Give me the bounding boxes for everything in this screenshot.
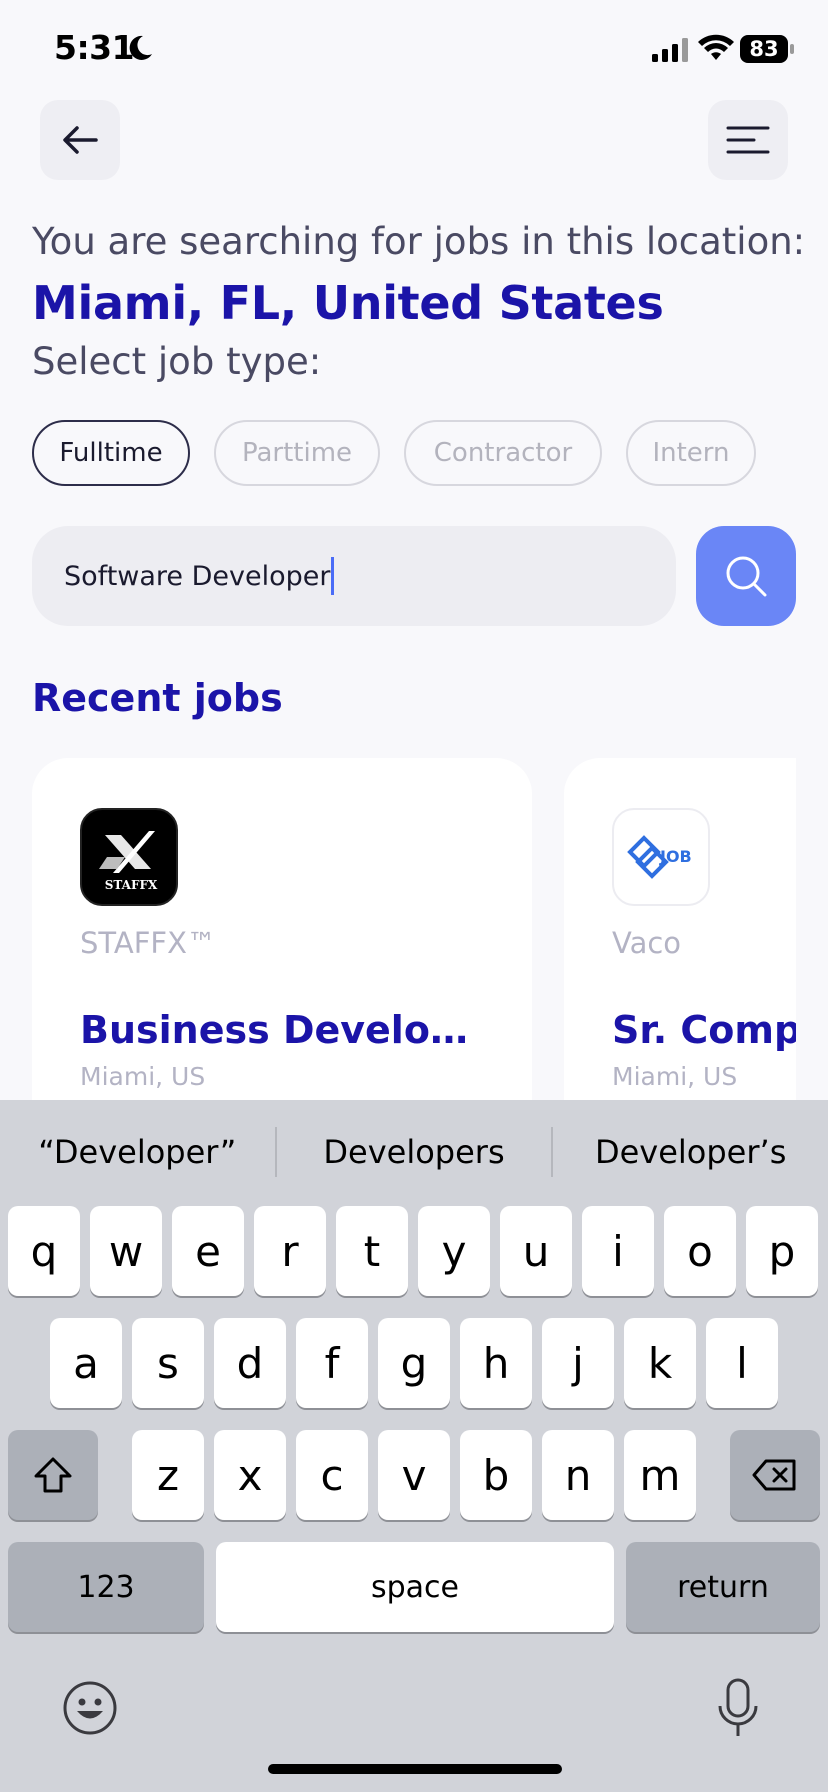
shift-icon [34,1457,72,1493]
key-t[interactable]: t [336,1206,408,1296]
key-u[interactable]: u [500,1206,572,1296]
key-l[interactable]: l [706,1318,778,1408]
key-k[interactable]: k [624,1318,696,1408]
microphone-icon[interactable] [716,1678,760,1740]
backspace-icon [752,1459,796,1491]
ios-keyboard: “Developer” Developers Developer’s q w e… [0,1100,828,1792]
key-q[interactable]: q [8,1206,80,1296]
key-j[interactable]: j [542,1318,614,1408]
key-m[interactable]: m [624,1430,696,1520]
numbers-key[interactable]: 123 [8,1542,204,1632]
return-key[interactable]: return [626,1542,820,1632]
suggestion-item[interactable]: Developers [277,1133,552,1171]
job-title: Business Developm... [80,1008,490,1052]
emoji-icon[interactable] [62,1680,118,1736]
key-v[interactable]: v [378,1430,450,1520]
job-title: Sr. Compli [612,1008,796,1052]
job-card[interactable]: STAFFX STAFFX™ Business Developm... Miam… [32,758,532,1100]
key-o[interactable]: o [664,1206,736,1296]
home-indicator [268,1764,562,1774]
key-b[interactable]: b [460,1430,532,1520]
recent-jobs-carousel: STAFFX STAFFX™ Business Developm... Miam… [0,0,796,1100]
key-r[interactable]: r [254,1206,326,1296]
key-s[interactable]: s [132,1318,204,1408]
job-location: Miami, US [612,1062,738,1091]
key-i[interactable]: i [582,1206,654,1296]
key-d[interactable]: d [214,1318,286,1408]
key-n[interactable]: n [542,1430,614,1520]
key-e[interactable]: e [172,1206,244,1296]
shift-key[interactable] [8,1430,98,1520]
key-p[interactable]: p [746,1206,818,1296]
job-company: Vaco [612,926,682,960]
key-c[interactable]: c [296,1430,368,1520]
job-card[interactable]: JOB Vaco Sr. Compli Miami, US [564,758,796,1100]
key-x[interactable]: x [214,1430,286,1520]
key-y[interactable]: y [418,1206,490,1296]
job-company: STAFFX™ [80,926,216,960]
suggestion-item[interactable]: Developer’s [553,1133,828,1171]
vaco-job-logo: JOB [612,808,710,906]
job-location: Miami, US [80,1062,206,1091]
key-g[interactable]: g [378,1318,450,1408]
svg-text:JOB: JOB [659,847,692,866]
autocorrect-suggestions: “Developer” Developers Developer’s [0,1100,828,1204]
key-z[interactable]: z [132,1430,204,1520]
suggestion-item[interactable]: “Developer” [0,1133,275,1171]
key-h[interactable]: h [460,1318,532,1408]
key-w[interactable]: w [90,1206,162,1296]
delete-key[interactable] [730,1430,820,1520]
space-key[interactable]: space [216,1542,614,1632]
key-f[interactable]: f [296,1318,368,1408]
key-a[interactable]: a [50,1318,122,1408]
staffx-logo-text: STAFFX [104,878,158,892]
staffx-logo: STAFFX [80,808,178,906]
